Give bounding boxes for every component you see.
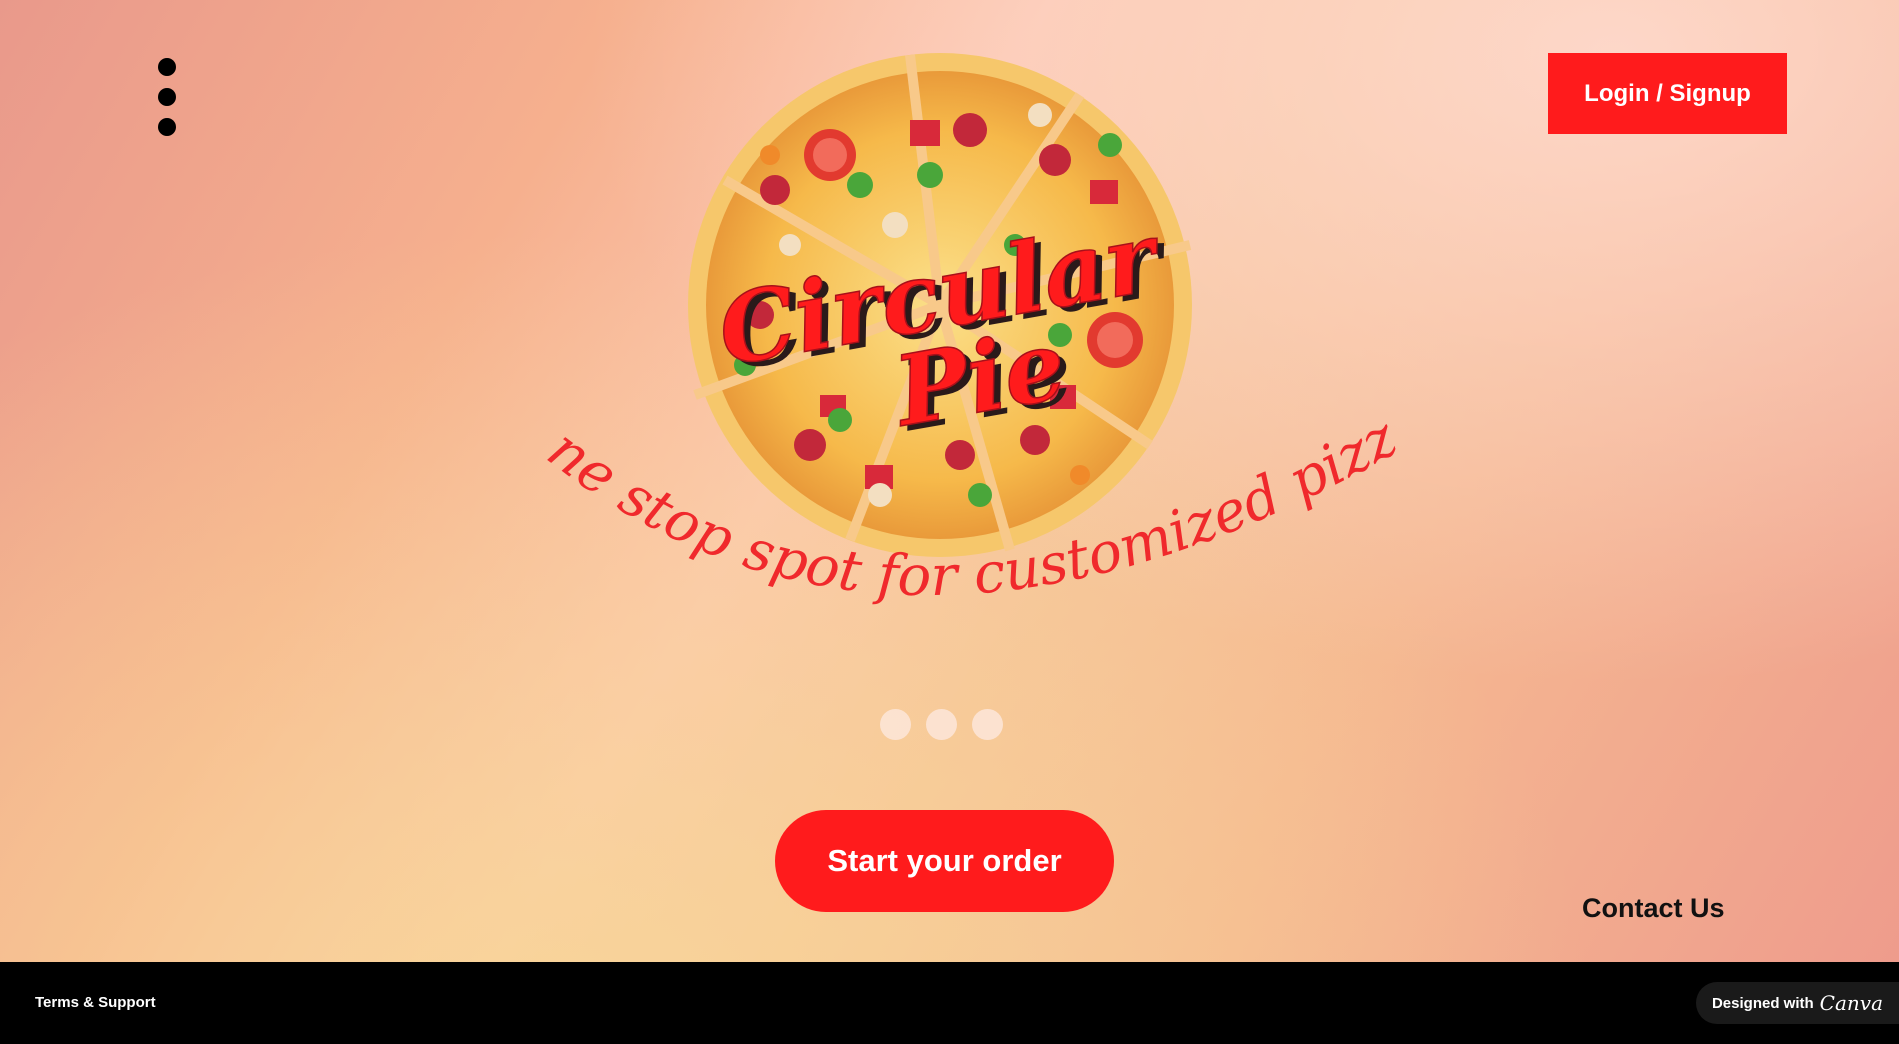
carousel-dots <box>880 709 1003 740</box>
landing-page: Login / Signup Circular Circular Pie Pie… <box>0 0 1899 1044</box>
carousel-dot[interactable] <box>926 709 957 740</box>
canva-logo: Canva <box>1819 991 1883 1015</box>
circular-pie-logo: Circular Circular Pie Pie One stop spot … <box>497 0 1408 680</box>
carousel-dot[interactable] <box>972 709 1003 740</box>
menu-icon[interactable] <box>155 58 179 136</box>
contact-us-link[interactable]: Contact Us <box>1582 893 1725 924</box>
menu-dot <box>158 58 176 76</box>
terms-support-link[interactable]: Terms & Support <box>35 994 156 1011</box>
start-order-button[interactable]: Start your order <box>775 810 1114 912</box>
designed-with-label: Designed with <box>1711 994 1814 1012</box>
menu-dot <box>158 88 176 106</box>
login-signup-button[interactable]: Login / Signup <box>1548 53 1787 134</box>
menu-dot <box>158 118 176 136</box>
footer: Terms & Support Designed with Canva <box>0 962 1899 1044</box>
designed-with-canva-badge[interactable]: Designed with Canva <box>1695 982 1899 1024</box>
carousel-dot[interactable] <box>880 709 911 740</box>
